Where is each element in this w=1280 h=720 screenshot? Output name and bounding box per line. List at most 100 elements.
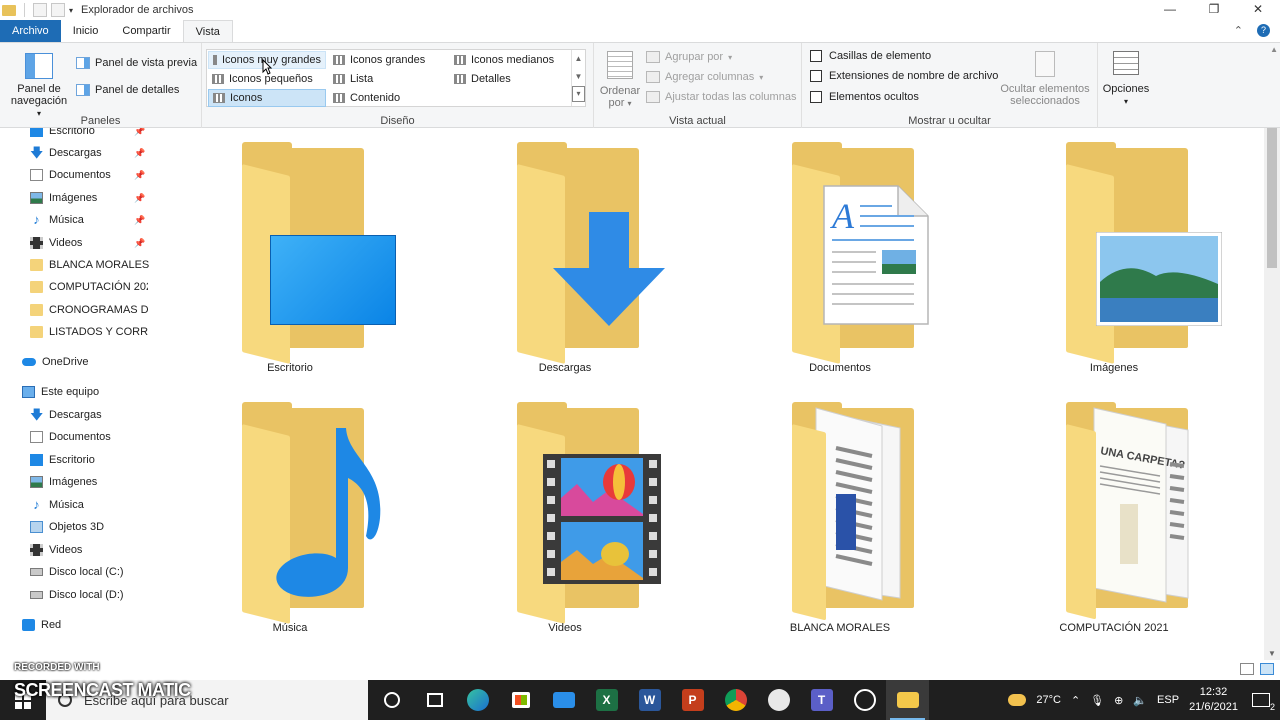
- details-view-icon[interactable]: [1240, 663, 1254, 675]
- edge-button[interactable]: [456, 680, 499, 720]
- item-blanca-morales[interactable]: BLANCA MORALES: [740, 394, 940, 654]
- file-extensions-toggle[interactable]: Extensiones de nombre de archivo: [810, 70, 998, 82]
- nav-pc-disk-d[interactable]: Disco local (D:): [30, 584, 160, 606]
- volume-icon[interactable]: 🔈: [1133, 694, 1147, 707]
- options-button[interactable]: Opciones ▾: [1100, 51, 1152, 108]
- nav-pc-musica[interactable]: ♪ Música: [30, 494, 160, 516]
- close-button[interactable]: ✕: [1236, 0, 1280, 20]
- file-explorer-button[interactable]: [886, 680, 929, 720]
- scroll-down-icon[interactable]: ▼: [1264, 649, 1280, 658]
- pictures-icon: [30, 476, 43, 488]
- nav-pc-disk-c[interactable]: Disco local (C:): [30, 561, 160, 583]
- item-checkboxes-toggle[interactable]: Casillas de elemento: [810, 50, 931, 62]
- checkbox[interactable]: [810, 70, 822, 82]
- word-button[interactable]: W: [628, 680, 671, 720]
- excel-button[interactable]: X: [585, 680, 628, 720]
- nav-pc-documentos[interactable]: Documentos: [30, 426, 160, 448]
- nav-quick-cronogramas[interactable]: CRONOGRAMAS DI: [30, 299, 148, 321]
- nav-quick-escritorio[interactable]: Escritorio 📌: [30, 128, 160, 142]
- word-icon: W: [638, 689, 661, 711]
- maximize-button[interactable]: ❐: [1192, 0, 1236, 20]
- nav-quick-computacion[interactable]: COMPUTACIÓN 202: [30, 276, 148, 298]
- language-indicator[interactable]: ESP: [1157, 694, 1179, 706]
- task-view-button[interactable]: [413, 680, 456, 720]
- layout-medium-icons[interactable]: Iconos medianos: [450, 51, 558, 69]
- checkbox[interactable]: [810, 50, 822, 62]
- nav-pc-objetos3d[interactable]: Objetos 3D: [30, 516, 160, 538]
- weather-icon[interactable]: [1008, 694, 1027, 706]
- add-columns-label: Agregar columnas: [665, 71, 755, 83]
- ribbon-scroll-up-icon[interactable]: ▲: [1270, 45, 1278, 54]
- clock[interactable]: 12:32 21/6/2021: [1189, 685, 1238, 715]
- store-button[interactable]: [499, 680, 542, 720]
- item-computacion-2021[interactable]: UNA CARPETA? COMPUTACIÓN 2021: [1014, 394, 1214, 654]
- paint-button[interactable]: [757, 680, 800, 720]
- nav-quick-listados[interactable]: LISTADOS Y CORREO: [30, 321, 148, 343]
- layout-icons[interactable]: Iconos: [208, 89, 326, 107]
- minimize-button[interactable]: —: [1148, 0, 1192, 20]
- properties-icon[interactable]: [33, 3, 47, 17]
- chrome-button[interactable]: [714, 680, 757, 720]
- tab-inicio[interactable]: Inicio: [61, 20, 111, 42]
- sort-by-button[interactable]: Ordenar por ▾: [598, 51, 642, 110]
- status-bar: [0, 660, 1280, 680]
- gallery-expand-icon[interactable]: ▾: [572, 86, 585, 102]
- item-musica[interactable]: Música: [190, 394, 390, 654]
- nav-pc-imagenes[interactable]: Imágenes: [30, 471, 160, 493]
- nav-quick-videos[interactable]: Videos 📌: [30, 232, 160, 254]
- nav-pane-button[interactable]: Panel de navegación ▾: [10, 53, 68, 120]
- item-label: Descargas: [538, 362, 592, 374]
- layout-large-icons[interactable]: Iconos grandes: [329, 51, 429, 69]
- notifications-button[interactable]: 2: [1252, 693, 1275, 712]
- weather-temp[interactable]: 27°C: [1036, 694, 1061, 706]
- checkbox[interactable]: [810, 91, 822, 103]
- item-videos[interactable]: Videos: [465, 394, 665, 654]
- pin-ribbon-icon[interactable]: ⌃: [1234, 20, 1243, 42]
- cortana-button[interactable]: [370, 680, 413, 720]
- item-escritorio[interactable]: Escritorio: [190, 134, 396, 394]
- details-pane-button[interactable]: Panel de detalles: [76, 84, 179, 96]
- scroll-thumb[interactable]: [1267, 128, 1277, 268]
- customize-qat-icon[interactable]: ▾: [69, 6, 73, 15]
- tab-compartir[interactable]: Compartir: [110, 20, 182, 42]
- gallery-down-icon[interactable]: ▼: [572, 68, 585, 86]
- layout-list[interactable]: Lista: [329, 70, 377, 88]
- teams-button[interactable]: T: [800, 680, 843, 720]
- nav-onedrive[interactable]: OneDrive: [22, 351, 160, 373]
- nav-pc-videos[interactable]: Videos: [30, 539, 160, 561]
- network-icon[interactable]: ⊕: [1114, 694, 1123, 707]
- group-by-button[interactable]: Agrupar por ▾: [646, 51, 732, 63]
- nav-quick-documentos[interactable]: Documentos 📌: [30, 164, 160, 186]
- nav-quick-musica[interactable]: ♪ Música 📌: [30, 209, 160, 231]
- add-columns-button[interactable]: Agregar columnas ▾: [646, 71, 763, 83]
- nav-quick-descargas[interactable]: 🡇 Descargas 📌: [30, 142, 160, 164]
- tab-vista[interactable]: Vista: [182, 20, 233, 42]
- hide-selected-button[interactable]: Ocultar elementos seleccionados: [996, 51, 1094, 107]
- microphone-icon[interactable]: 🎙: [1090, 694, 1104, 707]
- tab-archivo[interactable]: Archivo: [0, 20, 61, 42]
- powerpoint-button[interactable]: P: [671, 680, 714, 720]
- fit-columns-button[interactable]: Ajustar todas las columnas: [646, 91, 796, 103]
- item-documentos[interactable]: A Documentos: [740, 134, 940, 394]
- mail-button[interactable]: [542, 680, 585, 720]
- vertical-scrollbar[interactable]: ▼: [1264, 128, 1280, 660]
- layout-content[interactable]: Contenido: [329, 89, 404, 107]
- item-imagenes[interactable]: Imágenes: [1014, 134, 1222, 394]
- large-icons-view-icon[interactable]: [1260, 663, 1274, 675]
- nav-network[interactable]: Red: [22, 614, 160, 636]
- hidden-items-toggle[interactable]: Elementos ocultos: [810, 91, 919, 103]
- item-descargas[interactable]: Descargas: [465, 134, 665, 394]
- nav-quick-imagenes[interactable]: Imágenes 📌: [30, 187, 160, 209]
- gallery-up-icon[interactable]: ▲: [572, 50, 585, 68]
- help-icon[interactable]: ?: [1257, 24, 1270, 37]
- document-icon: A: [823, 185, 929, 325]
- nav-pc-descargas[interactable]: 🡇 Descargas: [30, 404, 160, 426]
- preview-pane-button[interactable]: Panel de vista previa: [76, 57, 197, 69]
- layout-details[interactable]: Detalles: [450, 70, 515, 88]
- screencast-button[interactable]: [843, 680, 886, 720]
- nav-this-pc[interactable]: Este equipo: [22, 381, 160, 403]
- nav-pc-escritorio[interactable]: Escritorio: [30, 449, 160, 471]
- nav-quick-blanca[interactable]: BLANCA MORALES: [30, 254, 160, 276]
- tray-expand-icon[interactable]: ⌃: [1071, 694, 1080, 707]
- new-folder-icon[interactable]: [51, 3, 65, 17]
